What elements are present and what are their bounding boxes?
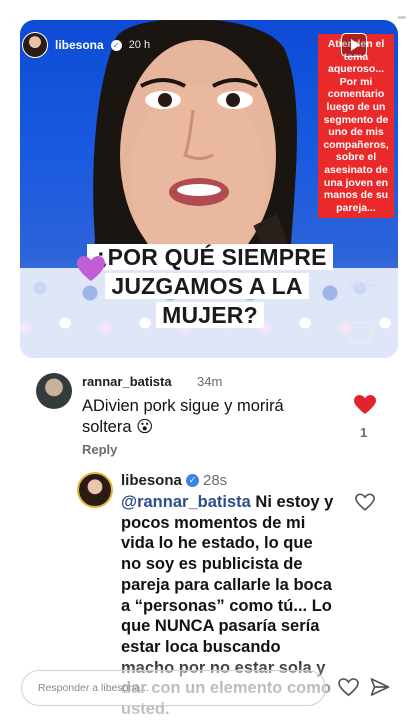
story-avatar[interactable] [22, 32, 48, 58]
check-square-icon [348, 322, 372, 344]
comment-username[interactable]: rannar_batista [82, 374, 172, 389]
heart-icon[interactable] [338, 678, 359, 697]
comment-avatar[interactable] [36, 373, 72, 409]
heart-outline-icon[interactable] [355, 493, 375, 512]
purple-heart-icon [77, 256, 105, 281]
reply-input[interactable]: Responder a libesona... [21, 670, 326, 706]
story-time: 20 h [128, 39, 151, 51]
story-viewer: libesona ✓ 20 h Atienden el tema aqueros… [0, 0, 414, 721]
story-header: libesona ✓ 20 h [22, 32, 150, 58]
verified-badge-icon: ✓ [186, 474, 199, 487]
headline-line-2: JUZGAMOS A LA MUJER? [105, 273, 309, 328]
story-progress-fill [8, 16, 399, 19]
reply-mention[interactable]: @rannar_batista [121, 493, 251, 511]
reply-time: 28s [203, 472, 228, 489]
verified-badge-icon: ✓ [110, 39, 122, 51]
send-icon[interactable] [370, 677, 390, 697]
story-progress-bar [8, 16, 406, 19]
comment-reply-button[interactable]: Reply [82, 442, 117, 457]
video-time: 68:33 [348, 278, 377, 290]
reply-username[interactable]: libesona [121, 472, 182, 489]
comment-time: 34m [197, 374, 223, 389]
reply-avatar[interactable] [77, 472, 113, 508]
headline-overlay: ¿POR QUÉ SIEMPRE JUZGAMOS A LA MUJER? [60, 243, 360, 330]
red-caption-box: Atienden el tema aqueroso... Por mi come… [318, 34, 394, 219]
story-username[interactable]: libesona [55, 38, 104, 52]
headline-line-1: ¿POR QUÉ SIEMPRE [87, 244, 333, 270]
comment-text: ADivien pork sigue y morirá soltera 😮 [82, 397, 284, 436]
play-icon[interactable] [341, 33, 367, 57]
like-heart-icon[interactable] [354, 395, 376, 415]
like-count: 1 [360, 425, 368, 440]
